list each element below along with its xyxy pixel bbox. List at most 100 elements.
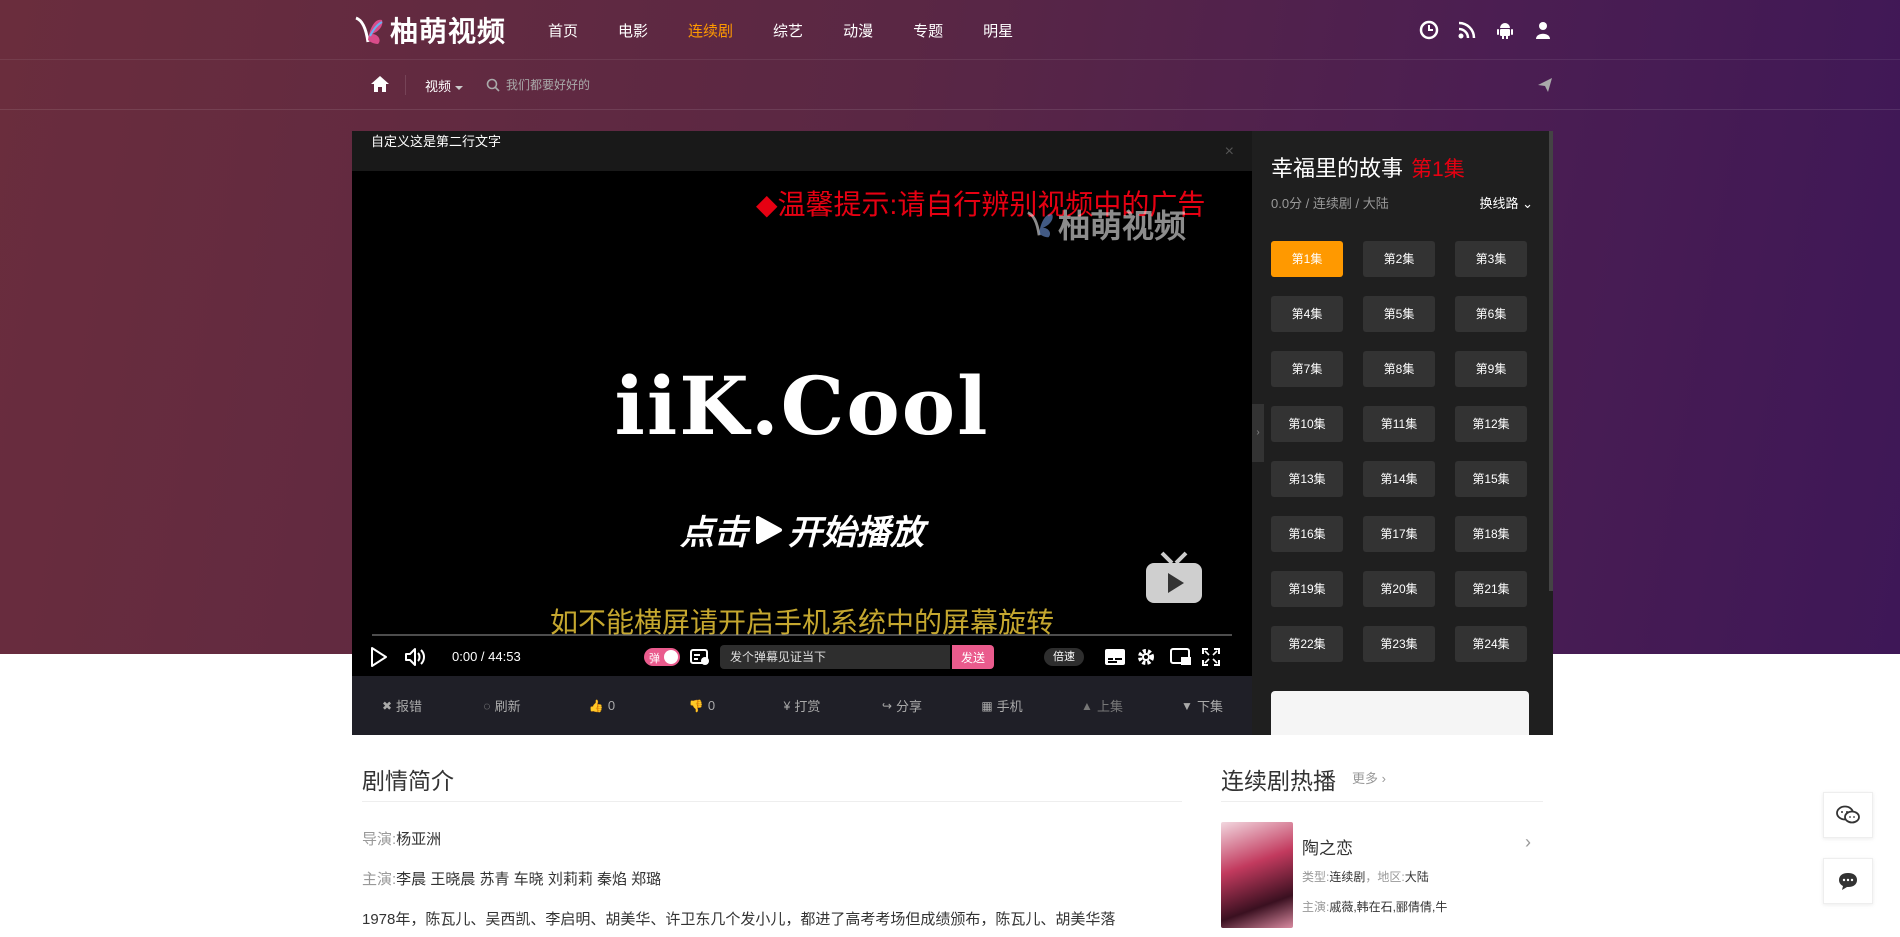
rss-icon[interactable]: [1456, 19, 1478, 41]
share-button[interactable]: ↪ 分享: [852, 696, 952, 715]
toggle-knob: [664, 650, 678, 664]
action-label: 打赏: [794, 699, 821, 714]
poster-thumbnail[interactable]: [1221, 822, 1293, 928]
episode-button[interactable]: 第21集: [1455, 571, 1527, 607]
episode-button[interactable]: 第9集: [1455, 351, 1527, 387]
episode-button[interactable]: 第16集: [1271, 516, 1343, 552]
chevron-right-icon: ›: [1381, 771, 1386, 786]
subtitle-icon[interactable]: [1104, 648, 1126, 671]
episode-button[interactable]: 第1集: [1271, 241, 1343, 277]
caret-down-icon: ▼: [1181, 698, 1193, 713]
main-nav: 首页 电影 连续剧 综艺 动漫 专题 明星: [548, 0, 1053, 60]
logo-text: 柚萌视频: [390, 15, 507, 48]
hot-title: 连续剧热播: [1221, 768, 1336, 794]
episode-button[interactable]: 第24集: [1455, 626, 1527, 662]
type-value: 连续剧: [1329, 870, 1366, 884]
home-icon[interactable]: [370, 74, 392, 96]
episode-button[interactable]: 第14集: [1363, 461, 1435, 497]
more-link[interactable]: 更多 ›: [1352, 768, 1386, 787]
episode-button[interactable]: 第22集: [1271, 626, 1343, 662]
dislike-button[interactable]: 👎 0: [652, 698, 752, 713]
intro-title: 剧情简介: [362, 768, 454, 794]
nav-anime[interactable]: 动漫: [843, 20, 873, 41]
history-icon[interactable]: [1418, 19, 1440, 41]
cast-key: 主演:: [362, 871, 397, 888]
nav-series[interactable]: 连续剧: [688, 20, 733, 41]
wechat-button[interactable]: [1823, 792, 1873, 838]
director-value[interactable]: 杨亚洲: [396, 831, 441, 848]
episode-button[interactable]: 第15集: [1455, 461, 1527, 497]
user-icon[interactable]: [1532, 19, 1554, 41]
episode-button[interactable]: 第8集: [1363, 351, 1435, 387]
director-key: 导演:: [362, 831, 397, 848]
chevron-right-icon[interactable]: ›: [1525, 832, 1531, 853]
comment-icon: [1839, 873, 1857, 890]
next-episode-button[interactable]: ▼ 下集: [1152, 696, 1252, 715]
nav-home[interactable]: 首页: [548, 20, 578, 41]
episode-button[interactable]: 第7集: [1271, 351, 1343, 387]
like-button[interactable]: 👍 0: [552, 698, 652, 713]
episode-button[interactable]: 第5集: [1363, 296, 1435, 332]
settings-gear-icon[interactable]: [1136, 647, 1156, 672]
episode-button[interactable]: 第4集: [1271, 296, 1343, 332]
picture-in-picture-icon[interactable]: [1170, 648, 1192, 671]
category-dropdown[interactable]: 视频: [425, 76, 464, 95]
hot-item-name[interactable]: 陶之恋: [1302, 834, 1353, 859]
nav-topics[interactable]: 专题: [913, 20, 943, 41]
episode-button[interactable]: 第2集: [1363, 241, 1435, 277]
episode-button[interactable]: 第17集: [1363, 516, 1435, 552]
close-icon[interactable]: ×: [1225, 143, 1234, 161]
nav-variety[interactable]: 综艺: [773, 20, 803, 41]
mobile-button[interactable]: ▦ 手机: [952, 696, 1052, 715]
hot-list-item[interactable]: 陶之恋 › 类型:连续剧，地区:大陆 主演:戚薇,韩在石,郦倩倩,牛: [1221, 822, 1543, 928]
paper-plane-icon[interactable]: [1537, 77, 1553, 93]
report-error-button[interactable]: ✖ 报错: [352, 696, 452, 715]
episode-button[interactable]: 第6集: [1455, 296, 1527, 332]
player-controls: 0:00 / 44:53 弹 发送 倍速: [352, 638, 1252, 676]
scrollbar[interactable]: [1549, 131, 1553, 591]
time-display: 0:00 / 44:53: [452, 649, 521, 664]
episode-button[interactable]: 第3集: [1455, 241, 1527, 277]
progress-bar[interactable]: [372, 634, 1232, 636]
logo[interactable]: 柚萌视频: [352, 10, 506, 50]
collapse-panel-handle[interactable]: ›: [1252, 404, 1264, 462]
nav-movies[interactable]: 电影: [618, 20, 648, 41]
episode-button[interactable]: 第20集: [1363, 571, 1435, 607]
episode-button[interactable]: 第10集: [1271, 406, 1343, 442]
volume-icon[interactable]: [404, 647, 426, 672]
search-input[interactable]: [506, 72, 1006, 98]
switch-line-button[interactable]: 换线路 ⌄: [1479, 193, 1533, 212]
episode-button[interactable]: 第11集: [1363, 406, 1435, 442]
fullscreen-icon[interactable]: [1202, 648, 1220, 671]
action-label: 分享: [896, 699, 923, 714]
prev-episode-button[interactable]: ▲ 上集: [1052, 696, 1152, 715]
comment-button[interactable]: [1823, 858, 1873, 904]
danmu-send-button[interactable]: 发送: [952, 645, 994, 669]
plot-description: 1978年，陈瓦儿、吴西凯、李启明、胡美华、许卫东几个发小儿，都进了高考考场但成…: [362, 911, 1116, 928]
reward-button[interactable]: ¥ 打赏: [752, 696, 852, 715]
danmu-toggle[interactable]: 弹: [644, 648, 680, 666]
cast-value[interactable]: 李晨 王晓晨 苏青 车晓 刘莉莉 秦焰 郑璐: [396, 871, 661, 888]
divider: [362, 801, 1182, 802]
video-player[interactable]: 自定义这是第二行文字 × ◆温馨提示:请自行辨别视频中的广告 柚萌视频 iiK.…: [352, 131, 1252, 676]
butterfly-logo-icon: [355, 16, 383, 44]
action-label: 刷新: [494, 699, 521, 714]
episode-button[interactable]: 第18集: [1455, 516, 1527, 552]
danmu-settings-icon[interactable]: [689, 647, 711, 672]
android-icon[interactable]: [1494, 19, 1516, 41]
start-play-button[interactable]: 点击 开始播放: [352, 505, 1252, 554]
episode-button[interactable]: 第13集: [1271, 461, 1343, 497]
episode-button[interactable]: 第19集: [1271, 571, 1343, 607]
episode-button[interactable]: 第12集: [1455, 406, 1527, 442]
category-label: 视频: [425, 79, 452, 94]
cast-row: 主演:李晨 王晓晨 苏青 车晓 刘莉莉 秦焰 郑璐: [362, 868, 661, 889]
refresh-button[interactable]: ◌ 刷新: [452, 696, 552, 715]
nav-stars[interactable]: 明星: [983, 20, 1013, 41]
watermark-text: 柚萌视频: [1058, 208, 1187, 244]
sub-navigation: 视频: [0, 60, 1900, 110]
play-icon[interactable]: [370, 647, 388, 672]
caret-up-icon: ▲: [1081, 698, 1093, 713]
danmu-input[interactable]: [720, 645, 950, 669]
episode-button[interactable]: 第23集: [1363, 626, 1435, 662]
speed-button[interactable]: 倍速: [1044, 648, 1084, 666]
